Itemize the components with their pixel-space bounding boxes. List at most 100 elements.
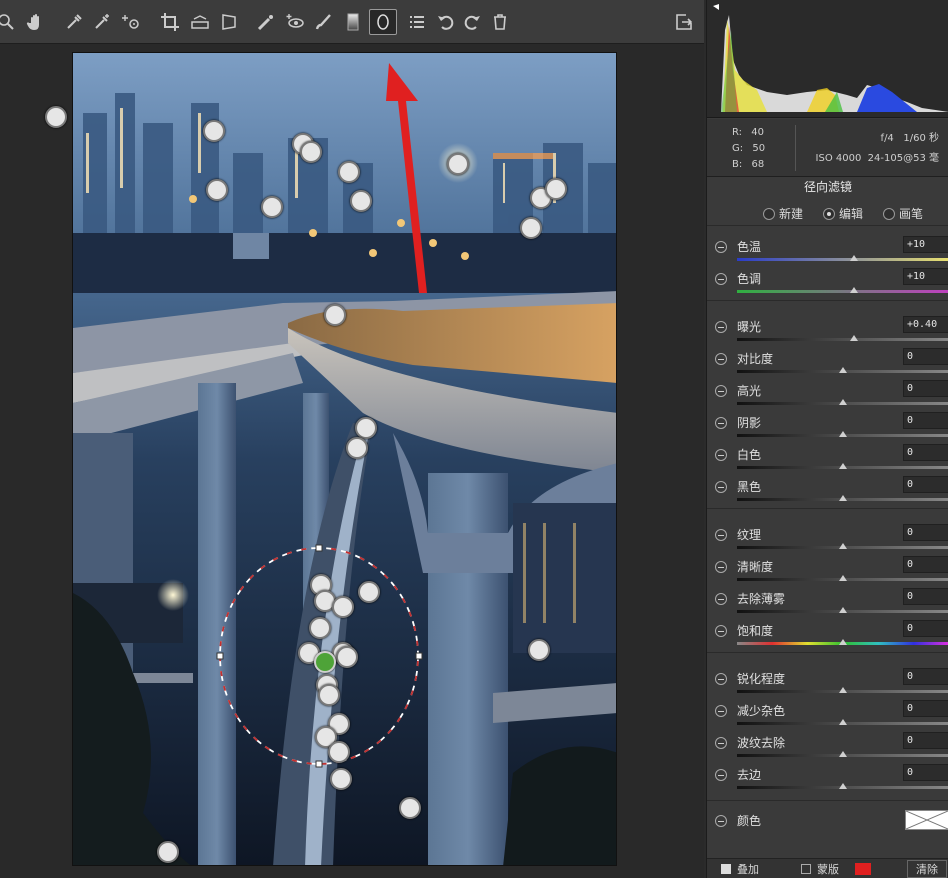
slider-thumb[interactable] (849, 287, 858, 293)
color-sampler-icon[interactable] (90, 10, 114, 34)
slider-track[interactable] (737, 338, 948, 341)
filter-pin[interactable] (206, 179, 228, 201)
mode-new-radio[interactable]: 新建 (763, 205, 803, 222)
shadow-clipping-icon[interactable] (713, 4, 719, 10)
zoom-icon[interactable] (0, 10, 18, 34)
minus-icon[interactable] (715, 321, 727, 333)
slider-value-field[interactable]: +0.40 (903, 316, 948, 333)
slider-thumb[interactable] (839, 543, 847, 549)
rotate-right-icon[interactable] (460, 10, 484, 34)
filter-pin[interactable] (528, 639, 550, 661)
slider-thumb[interactable] (839, 367, 847, 373)
filter-pin[interactable] (338, 161, 360, 183)
radial-filter-icon[interactable] (369, 9, 397, 35)
filter-pin[interactable] (447, 153, 469, 175)
slider-value-field[interactable]: 0 (903, 380, 948, 397)
slider-thumb[interactable] (839, 575, 847, 581)
hand-icon[interactable] (24, 10, 48, 34)
minus-icon[interactable] (715, 625, 727, 637)
slider-value-field[interactable]: 0 (903, 524, 948, 541)
mode-brush-radio[interactable]: 画笔 (883, 205, 923, 222)
minus-icon[interactable] (715, 273, 727, 285)
filter-pin[interactable] (203, 120, 225, 142)
trash-icon[interactable] (488, 10, 512, 34)
minus-icon[interactable] (715, 561, 727, 573)
export-icon[interactable] (672, 10, 696, 34)
minus-icon[interactable] (715, 385, 727, 397)
slider-value-field[interactable]: 0 (903, 476, 948, 493)
image-canvas[interactable] (0, 44, 704, 878)
mask-checkbox[interactable] (801, 864, 811, 874)
minus-icon[interactable] (715, 593, 727, 605)
slider-thumb[interactable] (839, 783, 847, 789)
target-adjust-icon[interactable] (120, 10, 144, 34)
slider-thumb[interactable] (839, 687, 847, 693)
slider-value-field[interactable]: 0 (903, 764, 948, 781)
slider-value-field[interactable]: 0 (903, 668, 948, 685)
filter-pin[interactable] (350, 190, 372, 212)
white-balance-icon[interactable] (62, 10, 86, 34)
slider-thumb[interactable] (839, 463, 847, 469)
slider-thumb[interactable] (839, 607, 847, 613)
filter-pin[interactable] (520, 217, 542, 239)
minus-icon[interactable] (715, 481, 727, 493)
crop-icon[interactable] (158, 10, 182, 34)
slider-thumb[interactable] (839, 719, 847, 725)
filter-pin[interactable] (545, 178, 567, 200)
slider-value-field[interactable]: 0 (903, 700, 948, 717)
mode-edit-radio[interactable]: 编辑 (823, 205, 863, 222)
slider-thumb[interactable] (839, 495, 847, 501)
slider-value-field[interactable]: +10 (903, 268, 948, 285)
rotate-left-icon[interactable] (434, 10, 458, 34)
minus-icon[interactable] (715, 815, 727, 827)
filter-pin[interactable] (261, 196, 283, 218)
filter-pin[interactable] (328, 741, 350, 763)
minus-icon[interactable] (715, 241, 727, 253)
minus-icon[interactable] (715, 737, 727, 749)
list-icon[interactable] (405, 10, 429, 34)
slider-thumb[interactable] (849, 335, 858, 341)
filter-pin[interactable] (300, 141, 322, 163)
slider-value-field[interactable]: 0 (903, 444, 948, 461)
filter-pin[interactable] (318, 684, 340, 706)
slider-value-field[interactable]: 0 (903, 348, 948, 365)
minus-icon[interactable] (715, 529, 727, 541)
filter-pin[interactable] (399, 797, 421, 819)
filter-pin[interactable] (355, 417, 377, 439)
slider-value-field[interactable]: 0 (903, 732, 948, 749)
slider-thumb[interactable] (839, 431, 847, 437)
slider-value-field[interactable]: 0 (903, 556, 948, 573)
brush-icon[interactable] (312, 10, 336, 34)
mask-color-swatch[interactable] (855, 863, 871, 875)
minus-icon[interactable] (715, 449, 727, 461)
slider-track[interactable] (737, 290, 948, 293)
slider-value-field[interactable]: 0 (903, 412, 948, 429)
filter-pin[interactable] (336, 646, 358, 668)
minus-icon[interactable] (715, 353, 727, 365)
slider-value-field[interactable]: 0 (903, 588, 948, 605)
transform-icon[interactable] (217, 10, 241, 34)
spot-removal-icon[interactable] (254, 10, 278, 34)
graduated-filter-icon[interactable] (341, 10, 365, 34)
slider-thumb[interactable] (839, 751, 847, 757)
straighten-icon[interactable] (188, 10, 212, 34)
filter-pin[interactable] (309, 617, 331, 639)
slider-thumb[interactable] (849, 255, 858, 261)
filter-pin[interactable] (346, 437, 368, 459)
slider-value-field[interactable]: 0 (903, 620, 948, 637)
slider-track[interactable] (737, 258, 948, 261)
filter-pin[interactable] (157, 841, 179, 863)
color-swatch[interactable] (905, 810, 948, 830)
filter-pin[interactable] (330, 768, 352, 790)
minus-icon[interactable] (715, 769, 727, 781)
minus-icon[interactable] (715, 705, 727, 717)
clear-button[interactable]: 清除 (907, 860, 947, 878)
filter-pin[interactable] (332, 596, 354, 618)
filter-pin[interactable] (358, 581, 380, 603)
filter-pin[interactable] (324, 304, 346, 326)
minus-icon[interactable] (715, 417, 727, 429)
filter-pin[interactable] (45, 106, 67, 128)
minus-icon[interactable] (715, 673, 727, 685)
slider-thumb[interactable] (839, 639, 847, 645)
red-eye-icon[interactable] (283, 10, 307, 34)
